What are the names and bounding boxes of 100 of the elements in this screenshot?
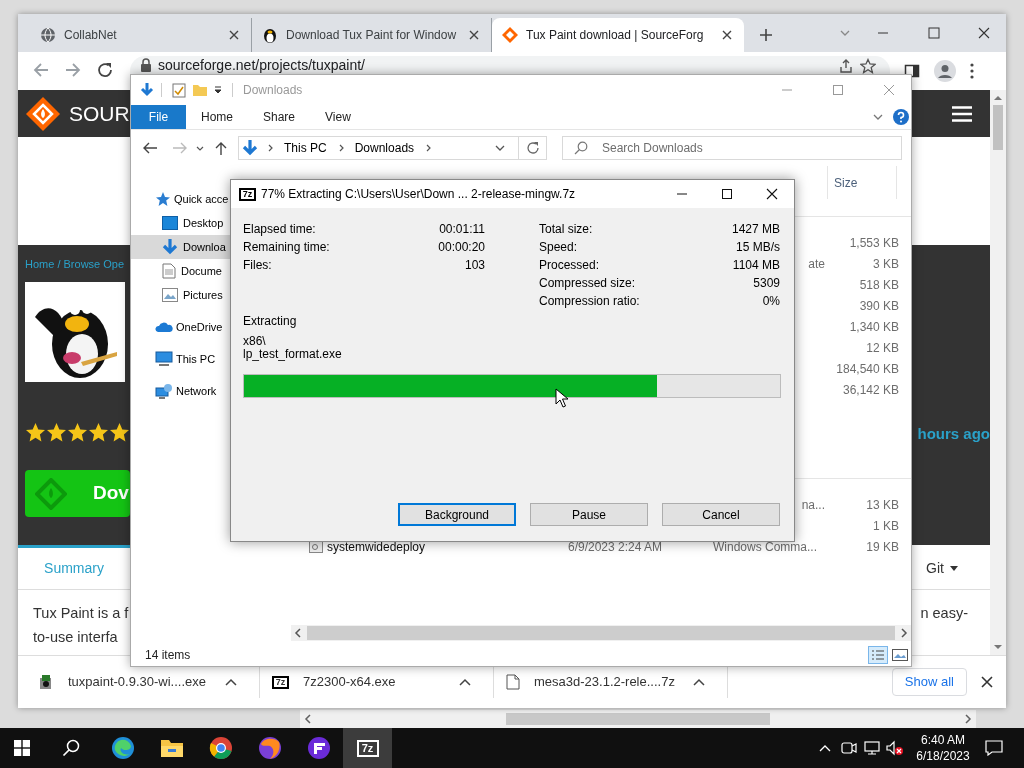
scroll-down-icon[interactable] — [993, 642, 1003, 652]
page-tab[interactable]: Git — [924, 545, 960, 589]
updated-text: hours ago — [917, 424, 990, 444]
scrollbar-thumb[interactable] — [993, 105, 1003, 150]
logo-text: SOUR — [69, 100, 130, 127]
browser-tab[interactable]: CollabNet — [30, 18, 252, 52]
up-icon[interactable] — [213, 140, 229, 156]
star-icon — [155, 191, 171, 207]
nav-item[interactable]: Desktop — [131, 211, 230, 235]
diamond-logo-icon — [25, 95, 61, 132]
dialog-button[interactable]: Pause — [530, 503, 648, 526]
search-field[interactable]: Search Downloads — [562, 136, 902, 160]
diamond-logo-icon — [502, 27, 518, 43]
description-text: Tux Paint is a f — [33, 604, 129, 623]
stat-label: Remaining time: — [243, 239, 330, 256]
archive-icon: 7z — [239, 187, 256, 201]
network-icon[interactable] — [864, 740, 880, 756]
horizontal-scrollbar[interactable] — [291, 625, 911, 641]
new-tab-icon[interactable] — [758, 27, 774, 43]
taskbar-app[interactable]: 7z — [343, 728, 392, 768]
status-text: 14 items — [145, 647, 191, 664]
properties-icon[interactable] — [172, 82, 186, 98]
ribbon-tab[interactable]: Share — [248, 105, 311, 129]
search-icon[interactable] — [62, 739, 80, 757]
show-all-button[interactable]: Show all — [891, 668, 967, 696]
stat-label: Elapsed time: — [243, 221, 316, 238]
reload-icon[interactable] — [96, 61, 114, 79]
ribbon-tab[interactable]: File — [131, 105, 186, 129]
mascot-icon — [262, 26, 278, 44]
download-arrow-icon — [162, 238, 178, 256]
swirl-icon[interactable] — [110, 736, 135, 760]
description-text: n easy- — [920, 604, 968, 623]
file-icon — [506, 674, 520, 690]
orb-icon[interactable] — [257, 736, 282, 760]
close-icon[interactable] — [981, 676, 993, 688]
notifications-icon[interactable] — [985, 740, 1003, 756]
pictures-icon — [162, 288, 178, 302]
scroll-up-icon[interactable] — [993, 93, 1003, 103]
nav-item[interactable]: Quick acce — [131, 187, 230, 211]
close-icon[interactable] — [977, 27, 990, 39]
chevron-up-icon[interactable] — [819, 744, 831, 752]
browser-tab[interactable]: Tux Paint download | SourceForg — [492, 18, 744, 52]
caret-up-icon[interactable] — [225, 678, 237, 686]
caret-up-icon[interactable] — [693, 678, 705, 686]
file-size: 1 KB — [873, 517, 899, 535]
globe-icon — [40, 27, 56, 43]
dialog-button[interactable]: Cancel — [662, 503, 780, 526]
file-name[interactable]: systemwidedeploy — [327, 537, 426, 556]
close-icon[interactable] — [765, 188, 778, 200]
ribbon-tab[interactable]: Home — [186, 105, 248, 129]
refresh-icon[interactable] — [525, 141, 540, 155]
nav-item[interactable]: Downloa — [131, 235, 230, 259]
stat-label: Speed: — [539, 239, 578, 256]
network-icon — [155, 383, 173, 399]
clock-date: 6/18/2023 — [916, 748, 970, 764]
breadcrumb[interactable]: Home / Browse Ope — [25, 257, 125, 271]
dialog-button[interactable]: Background — [398, 503, 516, 526]
stat-value: 1104 MB — [732, 257, 780, 274]
ribbon-tab[interactable]: View — [310, 105, 366, 129]
star-icon[interactable] — [860, 58, 876, 74]
breadcrumb-item[interactable]: This PC — [282, 139, 329, 157]
large-icons-view-icon[interactable] — [891, 647, 909, 663]
share-icon[interactable] — [838, 58, 854, 74]
chevron-right-icon — [266, 143, 274, 153]
hamburger-menu-icon[interactable] — [952, 105, 972, 122]
close-icon[interactable] — [720, 28, 734, 42]
folder-icon[interactable] — [159, 738, 184, 758]
camera-icon[interactable] — [841, 740, 857, 756]
star-icon — [46, 422, 67, 443]
nav-item[interactable]: This PC — [131, 347, 230, 371]
stat-value: 0% — [762, 293, 780, 310]
column-header[interactable]: Size — [827, 166, 897, 199]
nav-item[interactable]: Docume — [131, 259, 230, 283]
vertical-scrollbar[interactable] — [990, 90, 1006, 655]
caret-up-icon[interactable] — [459, 678, 471, 686]
nav-item[interactable]: OneDrive — [131, 315, 230, 339]
clock[interactable]: 6:40 AM 6/18/2023 — [907, 732, 979, 764]
volume-muted-icon[interactable] — [886, 740, 904, 756]
maximize-icon[interactable] — [720, 188, 733, 200]
menu-icon[interactable] — [970, 63, 974, 79]
nav-item[interactable]: Network — [131, 379, 230, 403]
bars-circle-icon[interactable] — [306, 736, 331, 760]
dropdown-icon[interactable] — [214, 86, 222, 94]
close-icon[interactable] — [467, 28, 481, 42]
file-size: 184,540 KB — [836, 360, 899, 378]
breadcrumb-item[interactable]: Downloads — [352, 139, 417, 157]
address-field[interactable]: This PC Downloads — [238, 136, 547, 160]
side-panel-icon[interactable] — [904, 63, 920, 79]
address-bar[interactable]: sourceforge.net/projects/tuxpaint/ — [130, 56, 890, 74]
help-icon[interactable] — [893, 109, 909, 125]
chrome-ball-icon[interactable] — [208, 736, 233, 760]
profile-avatar-icon[interactable] — [934, 60, 956, 82]
file-path-text: x86\ — [243, 335, 266, 348]
nav-item[interactable]: Pictures — [131, 283, 230, 307]
start-icon[interactable] — [14, 740, 30, 756]
download-arrow-icon — [242, 139, 258, 157]
close-icon[interactable] — [227, 28, 241, 42]
forward-icon[interactable] — [64, 61, 82, 79]
back-icon[interactable] — [141, 141, 159, 155]
horizontal-scrollbar[interactable] — [300, 710, 976, 728]
